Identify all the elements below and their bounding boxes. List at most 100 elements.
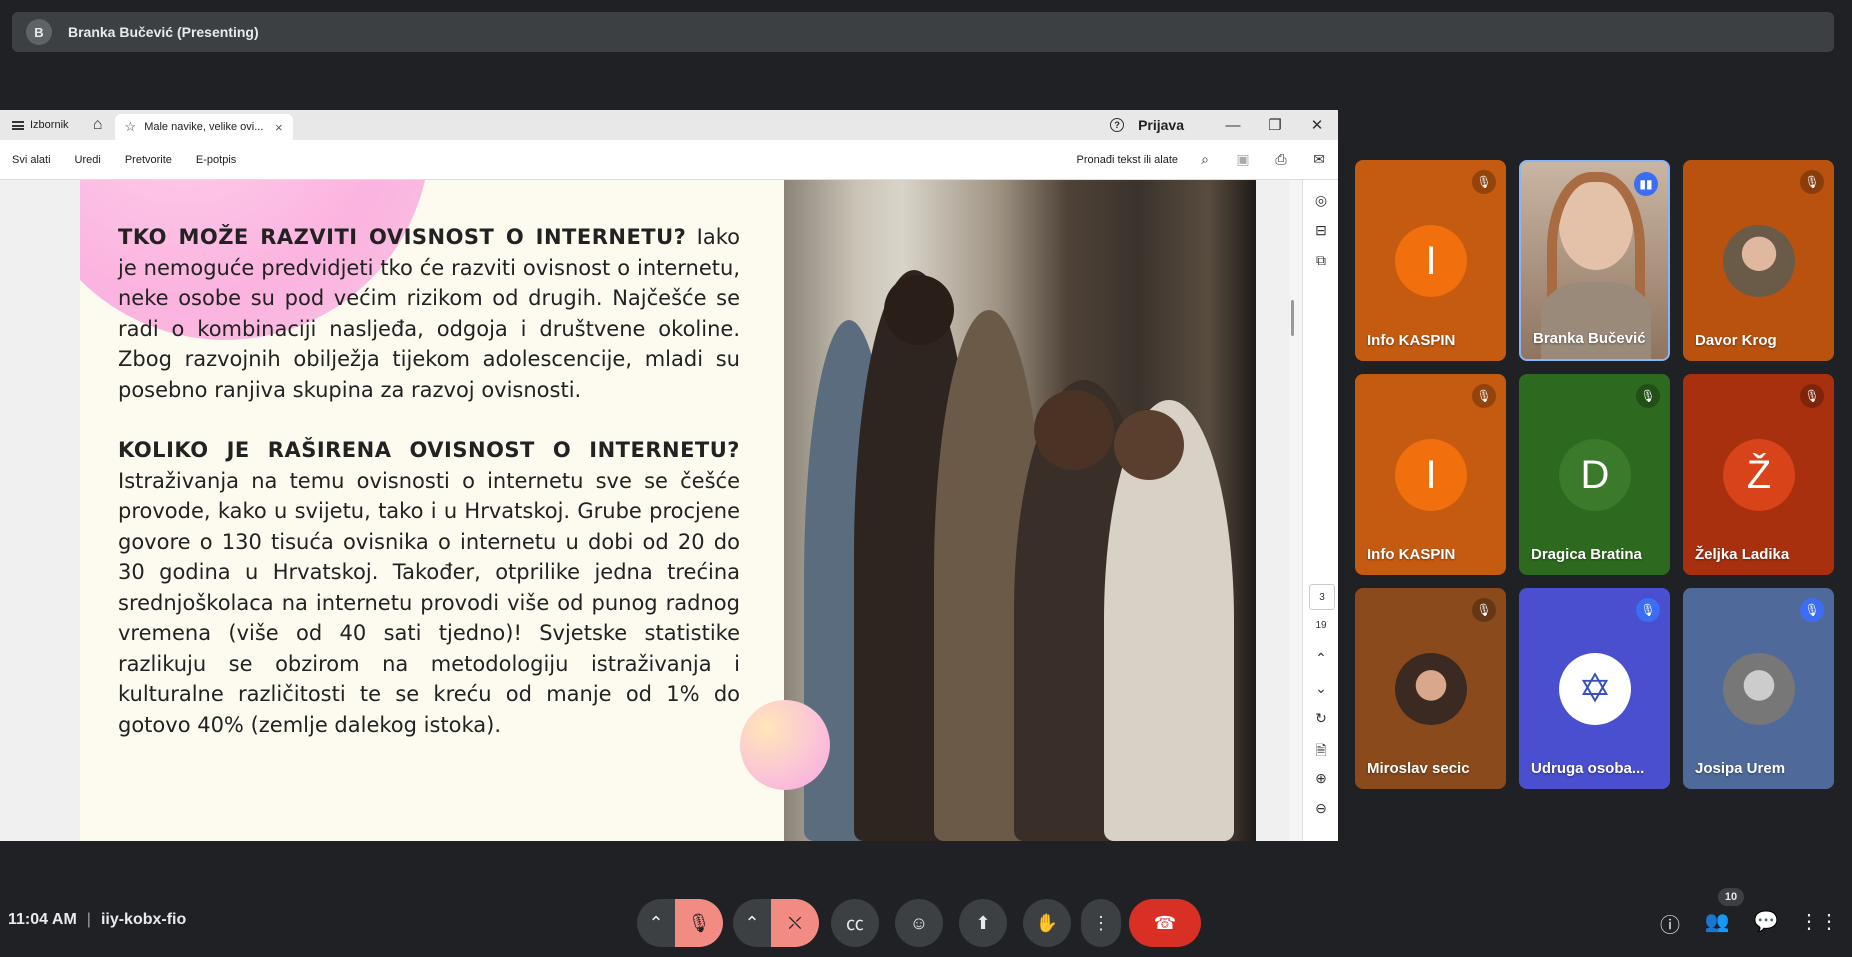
participant-name: Dragica Bratina bbox=[1531, 546, 1642, 563]
participant-tile[interactable]: 🎙 I Info KASPIN bbox=[1355, 160, 1506, 361]
clock-time: 11:04 AM bbox=[8, 911, 77, 928]
refresh-icon[interactable]: ↻ bbox=[1303, 710, 1338, 727]
participant-name: Info KASPIN bbox=[1367, 332, 1456, 349]
people-icon[interactable]: 👥 bbox=[1702, 909, 1732, 934]
help-icon[interactable]: ? bbox=[1110, 118, 1125, 132]
captions-button[interactable]: ㏄ bbox=[831, 899, 879, 947]
home-icon[interactable]: ⌂ bbox=[81, 110, 115, 140]
convert-button[interactable]: Pretvorite bbox=[125, 154, 172, 166]
participant-name: Udruga osoba... bbox=[1531, 760, 1645, 777]
avatar: I bbox=[1395, 225, 1467, 297]
pdf-viewer-window: Izbornik ⌂ ☆ Male navike, velike ovi... … bbox=[0, 110, 1338, 841]
leave-call-button[interactable]: ☎ bbox=[1129, 899, 1201, 947]
present-icon: ⬆ bbox=[975, 912, 991, 933]
restore-icon[interactable]: ❐ bbox=[1254, 116, 1296, 134]
tab-title: Male navike, velike ovi... bbox=[144, 121, 264, 133]
muted-mic-icon: 🎙 bbox=[1636, 598, 1660, 622]
page-total: 19 bbox=[1315, 620, 1327, 631]
muted-mic-icon: 🎙 bbox=[1472, 170, 1496, 194]
decorative-orb bbox=[740, 700, 830, 790]
menu-button[interactable]: Izbornik bbox=[0, 110, 81, 140]
participant-tile[interactable]: 🎙 Josipa Urem bbox=[1683, 588, 1834, 789]
scrollbar-thumb[interactable] bbox=[1291, 300, 1294, 336]
bookmark-icon[interactable]: ⊟ bbox=[1303, 222, 1338, 239]
camera-off-icon: ⛌ bbox=[788, 912, 802, 933]
search-icon[interactable]: ⌕ bbox=[1186, 151, 1224, 168]
muted-mic-icon: 🎙 bbox=[1800, 170, 1824, 194]
page-text: TKO MOŽE RAZVITI OVISNOST O INTERNETU? I… bbox=[118, 222, 740, 770]
participant-name: Info KASPIN bbox=[1367, 546, 1456, 563]
participant-tile[interactable]: 🎙 Miroslav secic bbox=[1355, 588, 1506, 789]
paragraph-1: Iako je nemoguće predvidjeti tko će razv… bbox=[118, 225, 740, 402]
muted-mic-icon: 🎙 bbox=[1472, 598, 1496, 622]
minimize-icon[interactable]: — bbox=[1212, 117, 1254, 134]
info-icon[interactable]: ⓘ bbox=[1655, 909, 1685, 938]
chevron-up-icon: ⌃ bbox=[744, 912, 760, 933]
all-tools-button[interactable]: Svi alati bbox=[12, 154, 51, 166]
audio-options-button[interactable]: ⌃ bbox=[637, 899, 675, 947]
meeting-code: iiy-kobx-fio bbox=[100, 911, 187, 928]
hand-icon: ✋ bbox=[1035, 912, 1059, 933]
reactions-button[interactable]: ☺ bbox=[895, 899, 943, 947]
presenter-bar: B Branka Bučević (Presenting) bbox=[12, 12, 1834, 52]
hang-up-icon: ☎ bbox=[1153, 912, 1177, 933]
print-icon[interactable]: ⎙ bbox=[1262, 151, 1300, 168]
chevron-up-icon: ⌃ bbox=[648, 912, 664, 933]
comment-icon[interactable]: ◎ bbox=[1303, 192, 1338, 209]
raise-hand-button[interactable]: ✋ bbox=[1023, 899, 1071, 947]
more-vert-icon: ⋮ bbox=[1092, 912, 1110, 933]
close-icon[interactable]: × bbox=[275, 120, 283, 135]
emoji-icon: ☺ bbox=[909, 912, 929, 933]
captions-icon: ㏄ bbox=[846, 914, 864, 934]
logo-avatar: ✡ bbox=[1559, 653, 1631, 725]
participant-name: Davor Krog bbox=[1695, 332, 1777, 349]
participant-name: Miroslav secic bbox=[1367, 760, 1470, 777]
people-with-phones-photo bbox=[784, 180, 1256, 841]
document-area: TKO MOŽE RAZVITI OVISNOST O INTERNETU? I… bbox=[0, 180, 1290, 841]
avatar bbox=[1723, 653, 1795, 725]
mic-toggle-button[interactable]: 🎙 bbox=[675, 899, 723, 947]
pages-icon[interactable]: ⧉ bbox=[1303, 252, 1338, 269]
meeting-controls: 11:04 AM | iiy-kobx-fio ⌃ 🎙 ⌃ ⛌ ㏄ ☺ ⬆ ✋ ⋮ … bbox=[0, 885, 1852, 957]
more-options-button[interactable]: ⋮ bbox=[1081, 899, 1121, 947]
mail-icon[interactable]: ✉ bbox=[1300, 151, 1338, 168]
menu-label: Izbornik bbox=[30, 119, 69, 131]
muted-mic-icon: 🎙 bbox=[1472, 384, 1496, 408]
tab-document[interactable]: ☆ Male navike, velike ovi... × bbox=[114, 114, 293, 140]
star-icon[interactable]: ☆ bbox=[125, 119, 137, 135]
edit-button[interactable]: Uredi bbox=[75, 154, 101, 166]
avatar: I bbox=[1395, 439, 1467, 511]
chat-icon[interactable]: 💬 bbox=[1751, 909, 1781, 934]
esign-button[interactable]: E-potpis bbox=[196, 154, 236, 166]
login-button[interactable]: Prijava bbox=[1138, 117, 1184, 133]
zoom-in-icon[interactable]: ⊕ bbox=[1303, 770, 1338, 787]
page-number-input[interactable]: 3 bbox=[1309, 584, 1335, 610]
close-window-icon[interactable]: ✕ bbox=[1296, 116, 1338, 134]
participant-tile[interactable]: 🎙 ✡ Udruga osoba... bbox=[1519, 588, 1670, 789]
heading-2: KOLIKO JE RAŠIRENA OVISNOST O INTERNETU? bbox=[118, 438, 740, 462]
chevron-down-icon[interactable]: ⌄ bbox=[1303, 680, 1338, 697]
find-label[interactable]: Pronađi tekst ili alate bbox=[1077, 154, 1179, 166]
participant-name: Josipa Urem bbox=[1695, 760, 1786, 777]
paragraph-2: Istraživanja na temu ovisnosti o interne… bbox=[118, 468, 740, 737]
mic-off-icon: 🎙 bbox=[687, 912, 711, 933]
scrollbar-track[interactable] bbox=[1290, 180, 1302, 841]
activities-icon[interactable]: ⋮⋮ bbox=[1799, 909, 1839, 934]
hamburger-icon bbox=[12, 120, 24, 130]
page-settings-icon[interactable]: 🗎 bbox=[1303, 740, 1338, 764]
pdf-toolbar: Svi alati Uredi Pretvorite E-potpis Pron… bbox=[0, 140, 1338, 180]
save-icon[interactable]: ▣ bbox=[1224, 151, 1262, 168]
participant-tile[interactable]: 🎙 Davor Krog bbox=[1683, 160, 1834, 361]
speaking-icon: ▮▮ bbox=[1634, 172, 1658, 196]
camera-toggle-button[interactable]: ⛌ bbox=[771, 899, 819, 947]
video-options-button[interactable]: ⌃ bbox=[733, 899, 771, 947]
participant-name: Željka Ladika bbox=[1695, 546, 1790, 563]
zoom-out-icon[interactable]: ⊖ bbox=[1303, 800, 1338, 817]
chevron-up-icon[interactable]: ⌃ bbox=[1303, 650, 1338, 667]
present-button[interactable]: ⬆ bbox=[959, 899, 1007, 947]
participant-tile[interactable]: 🎙 D Dragica Bratina bbox=[1519, 374, 1670, 575]
participant-name: Branka Bučević bbox=[1533, 330, 1646, 347]
participant-tile[interactable]: 🎙 Ž Željka Ladika bbox=[1683, 374, 1834, 575]
participant-tile[interactable]: ▮▮ Branka Bučević bbox=[1519, 160, 1670, 361]
participant-tile[interactable]: 🎙 I Info KASPIN bbox=[1355, 374, 1506, 575]
